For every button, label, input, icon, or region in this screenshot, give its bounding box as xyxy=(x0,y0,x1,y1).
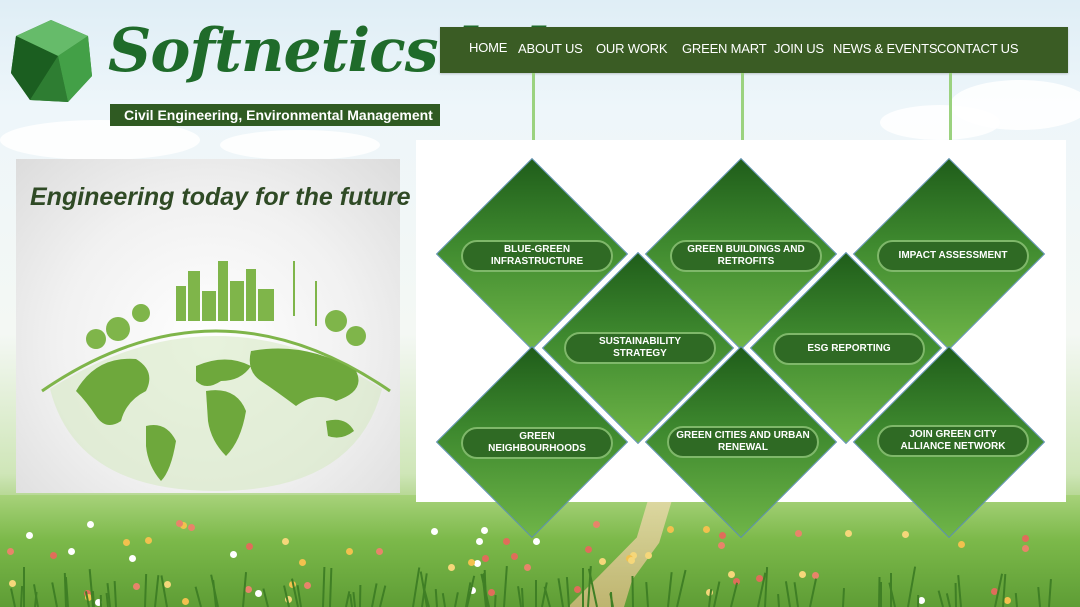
meadow-flower xyxy=(9,580,16,587)
meadow-flower xyxy=(145,537,152,544)
service-button-esg[interactable]: ESG REPORTING xyxy=(773,333,925,365)
meadow-flower xyxy=(795,530,802,537)
meadow-flower xyxy=(1004,597,1011,604)
meadow-flower xyxy=(728,571,735,578)
meadow-flower xyxy=(599,558,606,565)
meadow-flower xyxy=(26,532,33,539)
main-navigation: HOME ABOUT US OUR WORK GREEN MART JOIN U… xyxy=(440,27,1068,73)
meadow-flower xyxy=(346,548,353,555)
meadow-flower xyxy=(524,564,531,571)
background-cloud xyxy=(880,105,1000,140)
meadow-flower xyxy=(182,598,189,605)
meadow-flower xyxy=(628,557,635,564)
service-button-cities[interactable]: GREEN CITIES AND URBAN RENEWAL xyxy=(667,426,819,458)
meadow-flower xyxy=(245,586,252,593)
nav-home-link[interactable]: HOME xyxy=(469,40,507,55)
meadow-grass-blade xyxy=(99,594,102,607)
meadow-flower xyxy=(188,524,195,531)
meadow-flower xyxy=(376,548,383,555)
meadow-flower xyxy=(246,543,253,550)
meadow-grass-blade xyxy=(535,580,537,607)
meadow-flower xyxy=(230,551,237,558)
meadow-grass-blade xyxy=(880,582,882,607)
meadow-flower xyxy=(845,530,852,537)
meadow-flower xyxy=(503,538,510,545)
meadow-grass-blade xyxy=(359,584,362,607)
meadow-flower xyxy=(645,552,652,559)
meadow-flower xyxy=(68,548,75,555)
meadow-flower xyxy=(474,560,481,567)
service-button-green-buildings[interactable]: GREEN BUILDINGS AND RETROFITS xyxy=(670,240,822,272)
nav-contact-link[interactable]: CONTACT US xyxy=(937,41,1019,56)
meadow-flower xyxy=(431,528,438,535)
background-cloud xyxy=(220,130,380,160)
hero-title: Engineering today for the future xyxy=(30,183,411,211)
brand-tagline: Civil Engineering, Environmental Managem… xyxy=(110,104,440,126)
meadow-flower xyxy=(448,564,455,571)
meadow-flower xyxy=(482,555,489,562)
meadow-flower xyxy=(1022,545,1029,552)
meadow-flower xyxy=(50,552,57,559)
meadow-flower xyxy=(7,548,14,555)
meadow-flower xyxy=(667,526,674,533)
meadow-flower xyxy=(299,559,306,566)
meadow-flower xyxy=(1022,535,1029,542)
meadow-flower xyxy=(129,555,136,562)
meadow-flower xyxy=(176,520,183,527)
meadow-flower xyxy=(481,527,488,534)
meadow-flower xyxy=(585,546,592,553)
meadow-flower xyxy=(958,541,965,548)
meadow-flower xyxy=(574,586,581,593)
brand-name: Softnetics ltd xyxy=(108,16,548,86)
nav-about-link[interactable]: ABOUT US xyxy=(518,41,583,56)
meadow-flower xyxy=(719,532,726,539)
meadow-flower xyxy=(511,553,518,560)
meadow-flower xyxy=(282,538,289,545)
meadow-flower xyxy=(304,582,311,589)
meadow-grass-blade xyxy=(917,594,920,607)
meadow-flower xyxy=(123,539,130,546)
meadow-flower xyxy=(718,542,725,549)
service-button-neighbourhoods[interactable]: GREEN NEIGHBOURHOODS xyxy=(461,427,613,459)
hero-card: Engineering today for the future xyxy=(16,159,411,493)
meadow-grass-blade xyxy=(582,568,584,607)
meadow-grass-blade xyxy=(890,573,892,607)
meadow-flower xyxy=(902,531,909,538)
meadow-flower xyxy=(255,590,262,597)
nav-work-link[interactable]: OUR WORK xyxy=(596,41,668,56)
meadow-flower xyxy=(468,559,475,566)
meadow-grass-blade xyxy=(23,567,25,607)
service-button-blue-green[interactable]: BLUE-GREEN INFRASTRUCTURE xyxy=(461,240,613,272)
service-button-impact[interactable]: IMPACT ASSESSMENT xyxy=(877,240,1029,272)
meadow-flower xyxy=(164,581,171,588)
background-cloud xyxy=(0,120,200,160)
meadow-flower xyxy=(133,583,140,590)
nav-mart-link[interactable]: GREEN MART xyxy=(682,41,767,56)
service-button-alliance[interactable]: JOIN GREEN CITY ALLIANCE NETWORK xyxy=(877,425,1029,457)
meadow-flower xyxy=(476,538,483,545)
meadow-flower xyxy=(533,538,540,545)
nav-news-link[interactable]: NEWS & EVENTS xyxy=(833,41,938,56)
meadow-flower xyxy=(799,571,806,578)
meadow-grass-blade xyxy=(954,582,957,607)
meadow-flower xyxy=(593,521,600,528)
meadow-flower xyxy=(87,521,94,528)
service-button-sustainability[interactable]: SUSTAINABILITY STRATEGY xyxy=(564,332,716,364)
nav-join-link[interactable]: JOIN US xyxy=(774,41,824,56)
green-globe-illustration xyxy=(41,261,391,491)
meadow-flower xyxy=(703,526,710,533)
logo-gem-icon xyxy=(11,20,92,102)
